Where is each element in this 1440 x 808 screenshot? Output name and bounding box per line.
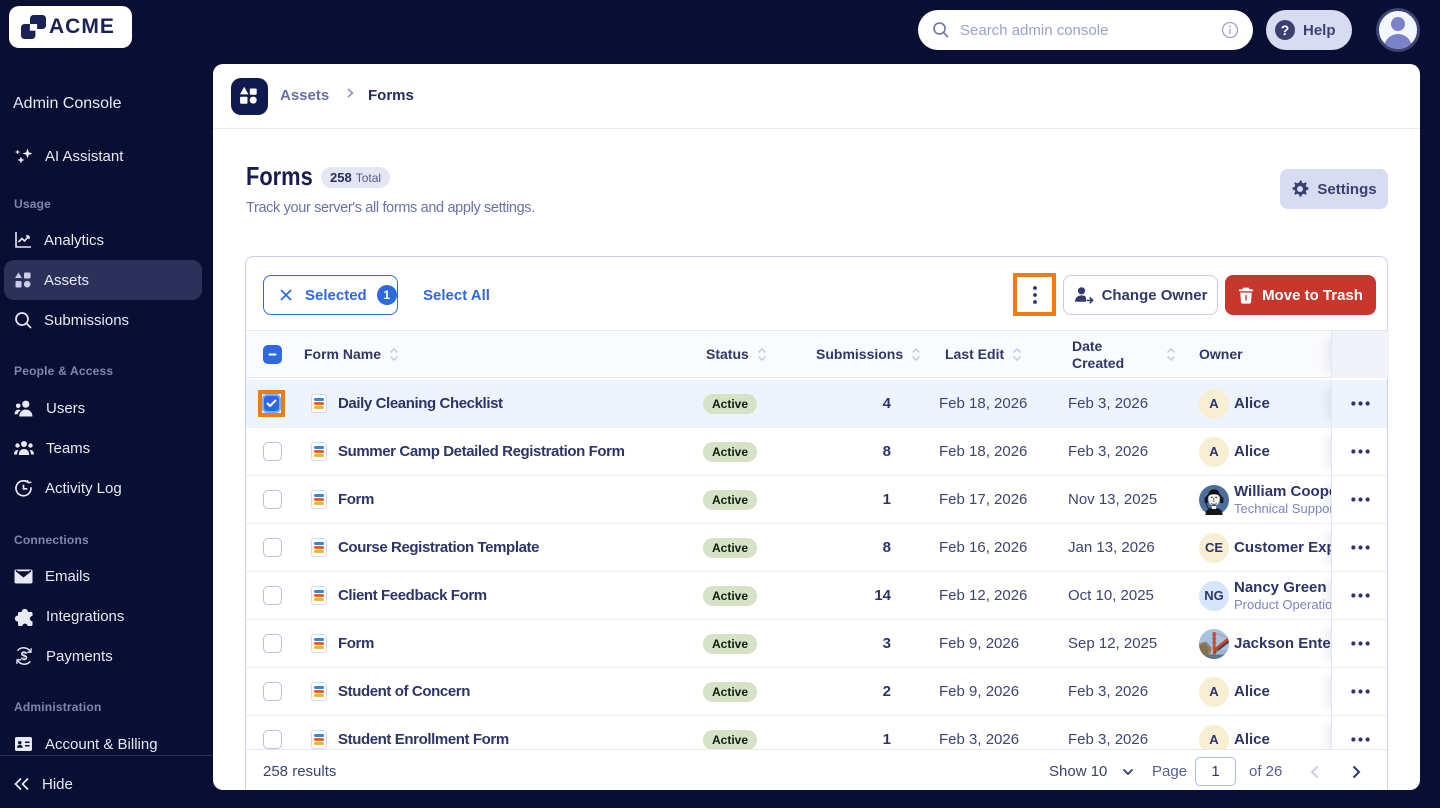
svg-text:$: $ [21, 649, 28, 663]
